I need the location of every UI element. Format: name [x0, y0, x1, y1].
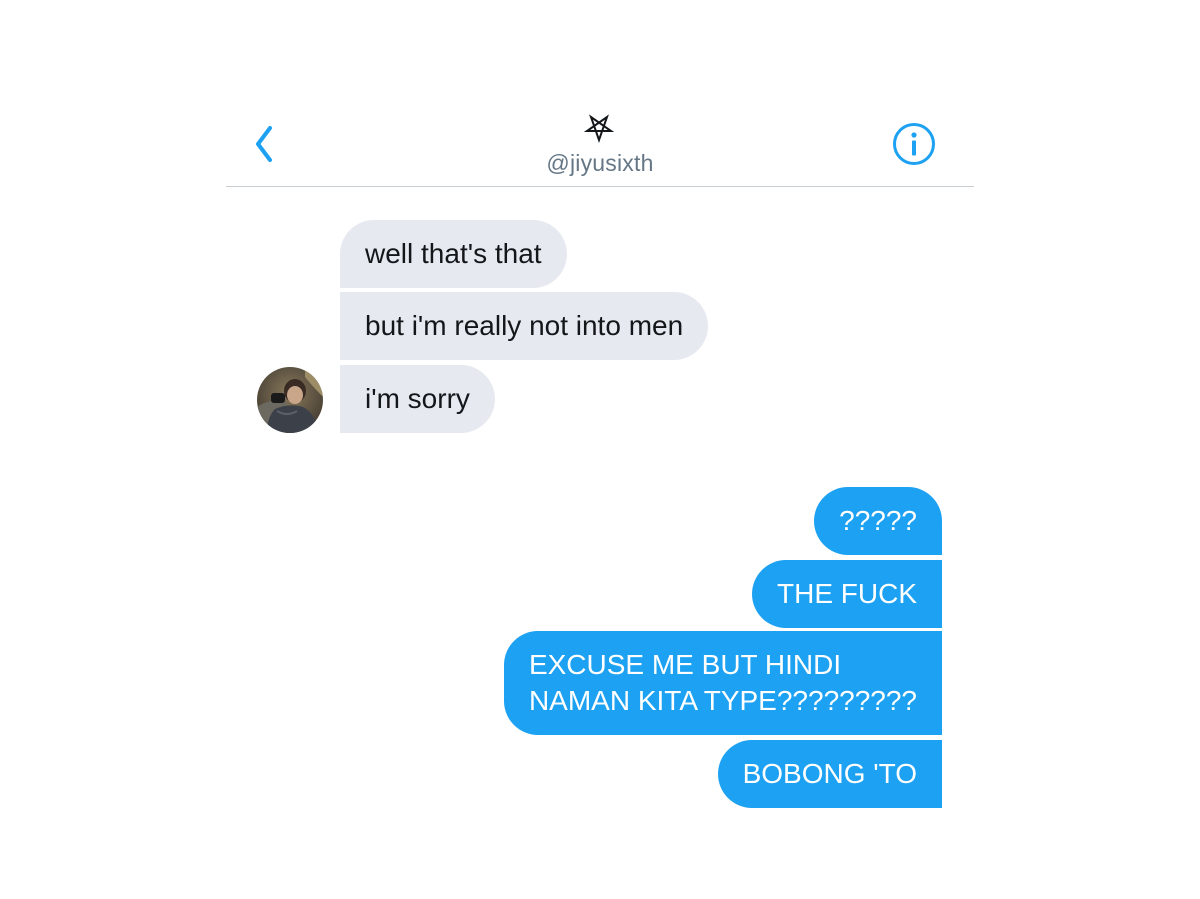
avatar[interactable] — [257, 367, 323, 433]
dm-conversation: @jiyusixth well that's that but i'm real… — [0, 0, 1200, 899]
user-handle[interactable]: @jiyusixth — [226, 150, 974, 177]
pentagram-icon — [584, 114, 614, 143]
conversation-header: @jiyusixth — [226, 100, 974, 187]
outgoing-message[interactable]: ????? — [814, 487, 942, 555]
incoming-message[interactable]: well that's that — [340, 220, 567, 288]
outgoing-message[interactable]: BOBONG 'TO — [717, 740, 942, 808]
incoming-message[interactable]: i'm sorry — [340, 365, 495, 433]
info-circle-icon — [893, 123, 935, 165]
outgoing-message[interactable]: THE FUCK — [752, 560, 942, 628]
info-button[interactable] — [892, 122, 936, 166]
avatar-photo — [257, 367, 323, 433]
incoming-message[interactable]: but i'm really not into men — [340, 292, 709, 360]
outgoing-message[interactable]: EXCUSE ME BUT HINDI NAMAN KITA TYPE?????… — [503, 631, 942, 735]
